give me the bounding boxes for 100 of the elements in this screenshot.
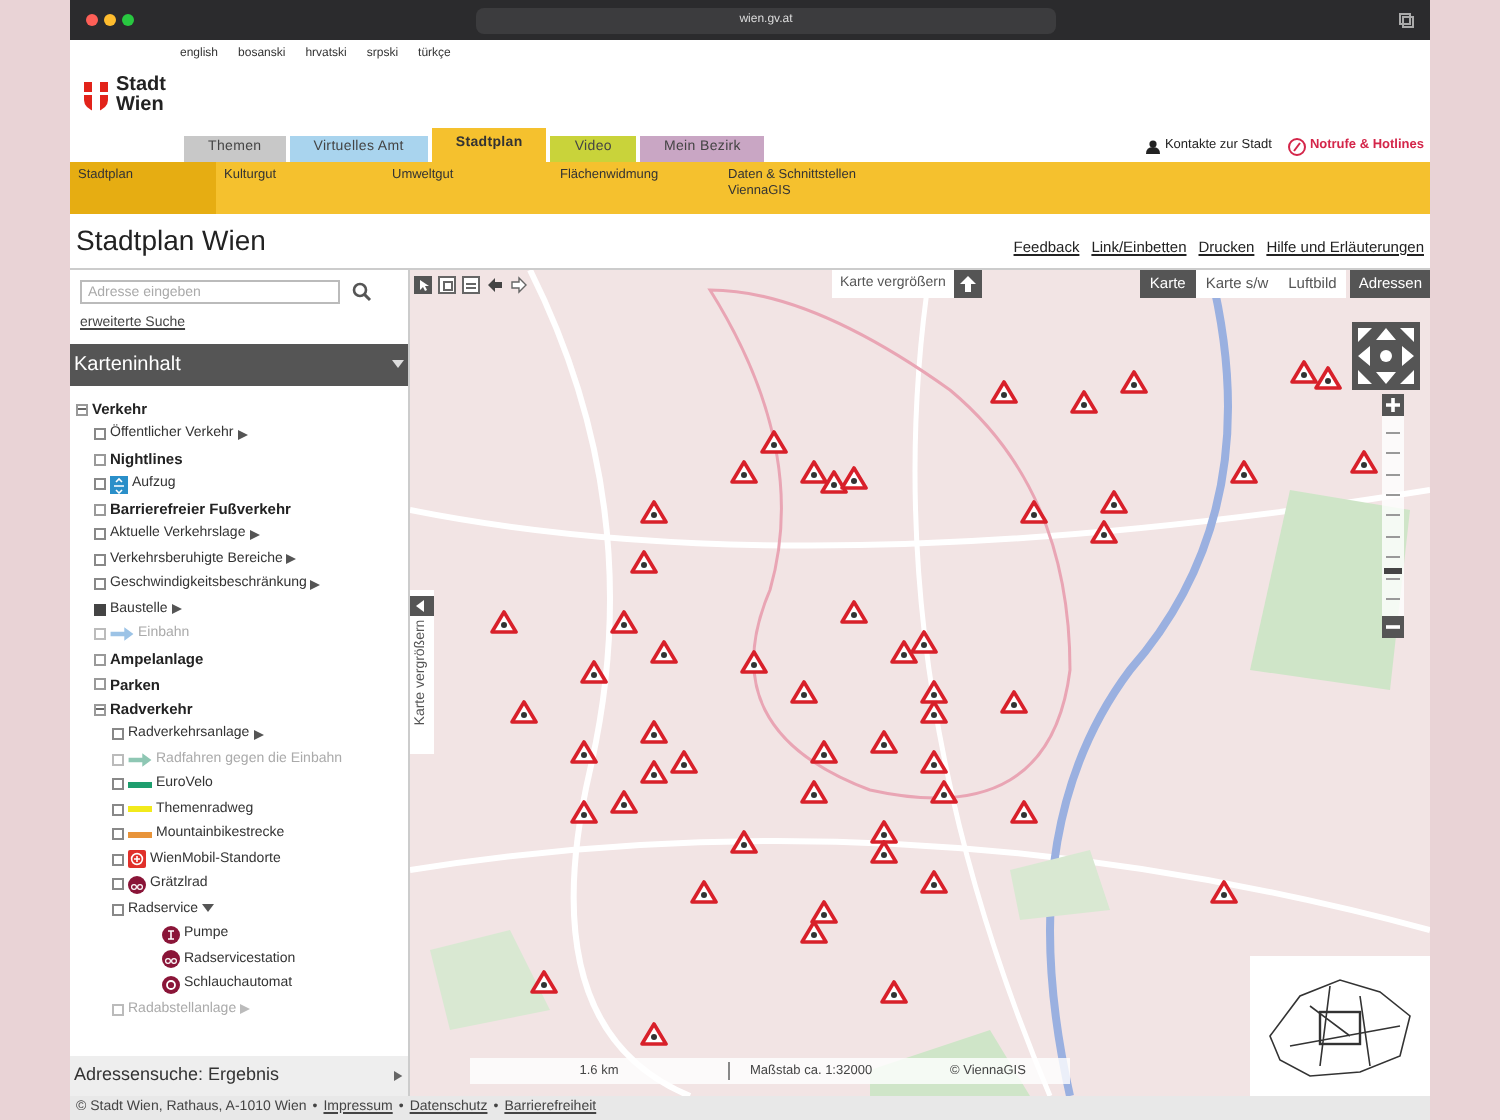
layer-checkbox[interactable] — [112, 728, 124, 741]
construction-marker-icon[interactable] — [870, 730, 898, 754]
layer-checkbox[interactable] — [94, 553, 106, 566]
construction-marker-icon[interactable] — [650, 640, 678, 664]
collapse-toggle[interactable] — [94, 703, 106, 716]
construction-marker-icon[interactable] — [610, 610, 638, 634]
construction-marker-icon[interactable] — [800, 920, 828, 944]
layer-checkbox[interactable] — [94, 603, 106, 616]
submenu-arrow-icon[interactable] — [286, 554, 297, 565]
submenu-arrow-icon[interactable] — [237, 429, 248, 440]
zoom-out-icon[interactable] — [1382, 616, 1404, 638]
construction-marker-icon[interactable] — [1010, 800, 1038, 824]
construction-marker-icon[interactable] — [1120, 370, 1148, 394]
construction-marker-icon[interactable] — [640, 1022, 668, 1046]
construction-marker-icon[interactable] — [690, 880, 718, 904]
construction-marker-icon[interactable] — [580, 660, 608, 684]
construction-marker-icon[interactable] — [730, 460, 758, 484]
layer-checkbox[interactable] — [112, 828, 124, 841]
construction-marker-icon[interactable] — [640, 500, 668, 524]
construction-marker-icon[interactable] — [1350, 450, 1378, 474]
layer-checkbox[interactable] — [112, 803, 124, 816]
construction-marker-icon[interactable] — [910, 630, 938, 654]
layer-checkbox[interactable] — [94, 528, 106, 541]
submenu-arrow-icon[interactable] — [249, 529, 260, 540]
construction-marker-icon[interactable] — [1070, 390, 1098, 414]
construction-marker-icon[interactable] — [1020, 500, 1048, 524]
construction-marker-icon[interactable] — [740, 650, 768, 674]
page-title: Stadtplan Wien — [76, 222, 266, 260]
collapse-toggle[interactable] — [76, 403, 88, 416]
construction-marker-icon[interactable] — [640, 720, 668, 744]
forward-arrow-icon[interactable] — [510, 275, 528, 293]
construction-marker-icon[interactable] — [760, 430, 788, 454]
search-icon[interactable] — [352, 282, 372, 302]
construction-marker-icon[interactable] — [1230, 460, 1258, 484]
zoom-in-icon[interactable] — [1382, 394, 1404, 416]
layer-checkbox[interactable] — [94, 428, 106, 441]
expand-toggle[interactable] — [94, 653, 106, 666]
construction-marker-icon[interactable] — [630, 550, 658, 574]
submenu-arrow-icon[interactable] — [171, 604, 182, 615]
zoom-window-icon[interactable] — [122, 14, 134, 26]
layer-checkbox[interactable] — [112, 778, 124, 791]
expand-toggle[interactable] — [94, 453, 106, 466]
construction-marker-icon[interactable] — [840, 466, 868, 490]
submenu-arrow-icon[interactable] — [253, 729, 264, 740]
construction-marker-icon[interactable] — [570, 800, 598, 824]
construction-marker-icon[interactable] — [510, 700, 538, 724]
construction-marker-icon[interactable] — [920, 700, 948, 724]
tabs-icon[interactable] — [1398, 12, 1414, 28]
pan-control-icon[interactable] — [1352, 322, 1420, 390]
layer-checkbox[interactable] — [112, 878, 124, 891]
construction-marker-icon[interactable] — [640, 760, 668, 784]
construction-marker-icon[interactable] — [610, 790, 638, 814]
construction-marker-icon[interactable] — [670, 750, 698, 774]
construction-marker-icon[interactable] — [1210, 880, 1238, 904]
logo-icon — [84, 81, 108, 111]
construction-marker-icon[interactable] — [1100, 490, 1128, 514]
construction-marker-icon[interactable] — [920, 750, 948, 774]
construction-marker-icon[interactable] — [810, 740, 838, 764]
logo-text[interactable]: Stadt Wien — [116, 76, 176, 116]
overview-map-drawing[interactable] — [1250, 956, 1430, 1096]
construction-marker-icon[interactable] — [840, 600, 868, 624]
construction-marker-icon[interactable] — [870, 840, 898, 864]
construction-marker-icon[interactable] — [800, 460, 828, 484]
construction-marker-icon[interactable] — [1314, 366, 1342, 390]
map-content-header[interactable]: Karteninhalt — [70, 343, 408, 385]
zoom-box-icon[interactable] — [438, 275, 456, 293]
construction-marker-icon[interactable] — [730, 830, 758, 854]
layer-checkbox[interactable] — [112, 853, 124, 866]
submenu-arrow-icon[interactable] — [310, 579, 321, 590]
construction-marker-icon[interactable] — [490, 610, 518, 634]
construction-marker-icon[interactable] — [800, 780, 828, 804]
minimize-window-icon[interactable] — [104, 14, 116, 26]
layer-checkbox[interactable] — [112, 903, 124, 916]
layer-checkbox[interactable] — [94, 478, 106, 491]
collapse-sidebar-icon[interactable] — [410, 596, 434, 616]
close-window-icon[interactable] — [86, 14, 98, 26]
results-panel-header[interactable]: Adressensuche: Ergebnis — [70, 1056, 408, 1096]
construction-marker-icon[interactable] — [890, 640, 918, 664]
construction-marker-icon[interactable] — [530, 970, 558, 994]
zoom-slider-thumb[interactable] — [1384, 568, 1402, 575]
construction-marker-icon[interactable] — [990, 380, 1018, 404]
construction-marker-icon[interactable] — [820, 470, 848, 494]
back-arrow-icon[interactable] — [486, 275, 504, 293]
construction-marker-icon[interactable] — [920, 680, 948, 704]
expand-caret-icon[interactable] — [202, 904, 215, 915]
construction-marker-icon[interactable] — [920, 870, 948, 894]
expand-toggle[interactable] — [94, 503, 106, 516]
construction-marker-icon[interactable] — [880, 980, 908, 1004]
construction-marker-icon[interactable] — [1290, 360, 1318, 384]
construction-marker-icon[interactable] — [790, 680, 818, 704]
construction-marker-icon[interactable] — [870, 820, 898, 844]
construction-marker-icon[interactable] — [570, 740, 598, 764]
construction-marker-icon[interactable] — [930, 780, 958, 804]
construction-marker-icon[interactable] — [1000, 690, 1028, 714]
street-map-drawing[interactable] — [410, 270, 1430, 1096]
construction-marker-icon[interactable] — [810, 900, 838, 924]
layer-checkbox[interactable] — [94, 578, 106, 591]
up-arrow-icon[interactable] — [953, 270, 982, 298]
construction-marker-icon[interactable] — [1090, 520, 1118, 544]
expand-toggle[interactable] — [94, 678, 106, 691]
